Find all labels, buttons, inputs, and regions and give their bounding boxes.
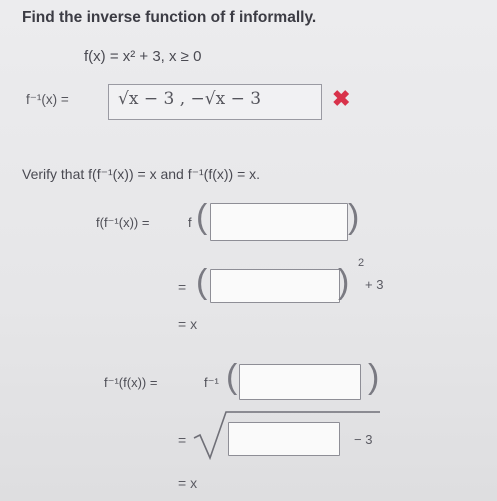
step1-exponent: 2 (358, 257, 365, 269)
x-mark-icon: ✖ (332, 86, 351, 111)
step1-open-paren: ( (196, 198, 208, 236)
step1-f: f (188, 215, 192, 230)
step2-input-2[interactable] (228, 422, 340, 456)
step2-close-paren: ) (368, 358, 380, 396)
step1-result: = x (178, 316, 198, 332)
verify-instruction: Verify that f(f⁻¹(x)) = x and f⁻¹(f(x)) … (22, 166, 261, 182)
step1-label: f(f⁻¹(x)) = (96, 215, 150, 230)
problem-panel: Find the inverse function of f informall… (0, 0, 497, 501)
step2-equals: = (178, 432, 187, 448)
step1-equals: = (178, 279, 187, 295)
step2-suffix: − 3 (354, 432, 373, 447)
step1-input-1[interactable] (210, 203, 348, 241)
step1-input-2[interactable] (210, 269, 340, 303)
step2-finv: f⁻¹ (204, 375, 219, 390)
step2-input-1[interactable] (239, 364, 361, 400)
problem-title: Find the inverse function of f informall… (22, 9, 317, 26)
step2-result: = x (178, 475, 198, 491)
step1b-close-paren: ) (338, 263, 350, 301)
function-definition: f(x) = x² + 3, x ≥ 0 (84, 48, 202, 65)
step2-label: f⁻¹(f(x)) = (104, 375, 158, 390)
inverse-answer-text: √x − 3 , −√x − 3 (118, 89, 262, 109)
step1-close-paren: ) (348, 198, 360, 236)
step1-suffix: + 3 (365, 277, 384, 292)
step2-open-paren: ( (226, 358, 238, 396)
inverse-label: f⁻¹(x) = (26, 92, 69, 107)
step1b-open-paren: ( (196, 263, 208, 301)
